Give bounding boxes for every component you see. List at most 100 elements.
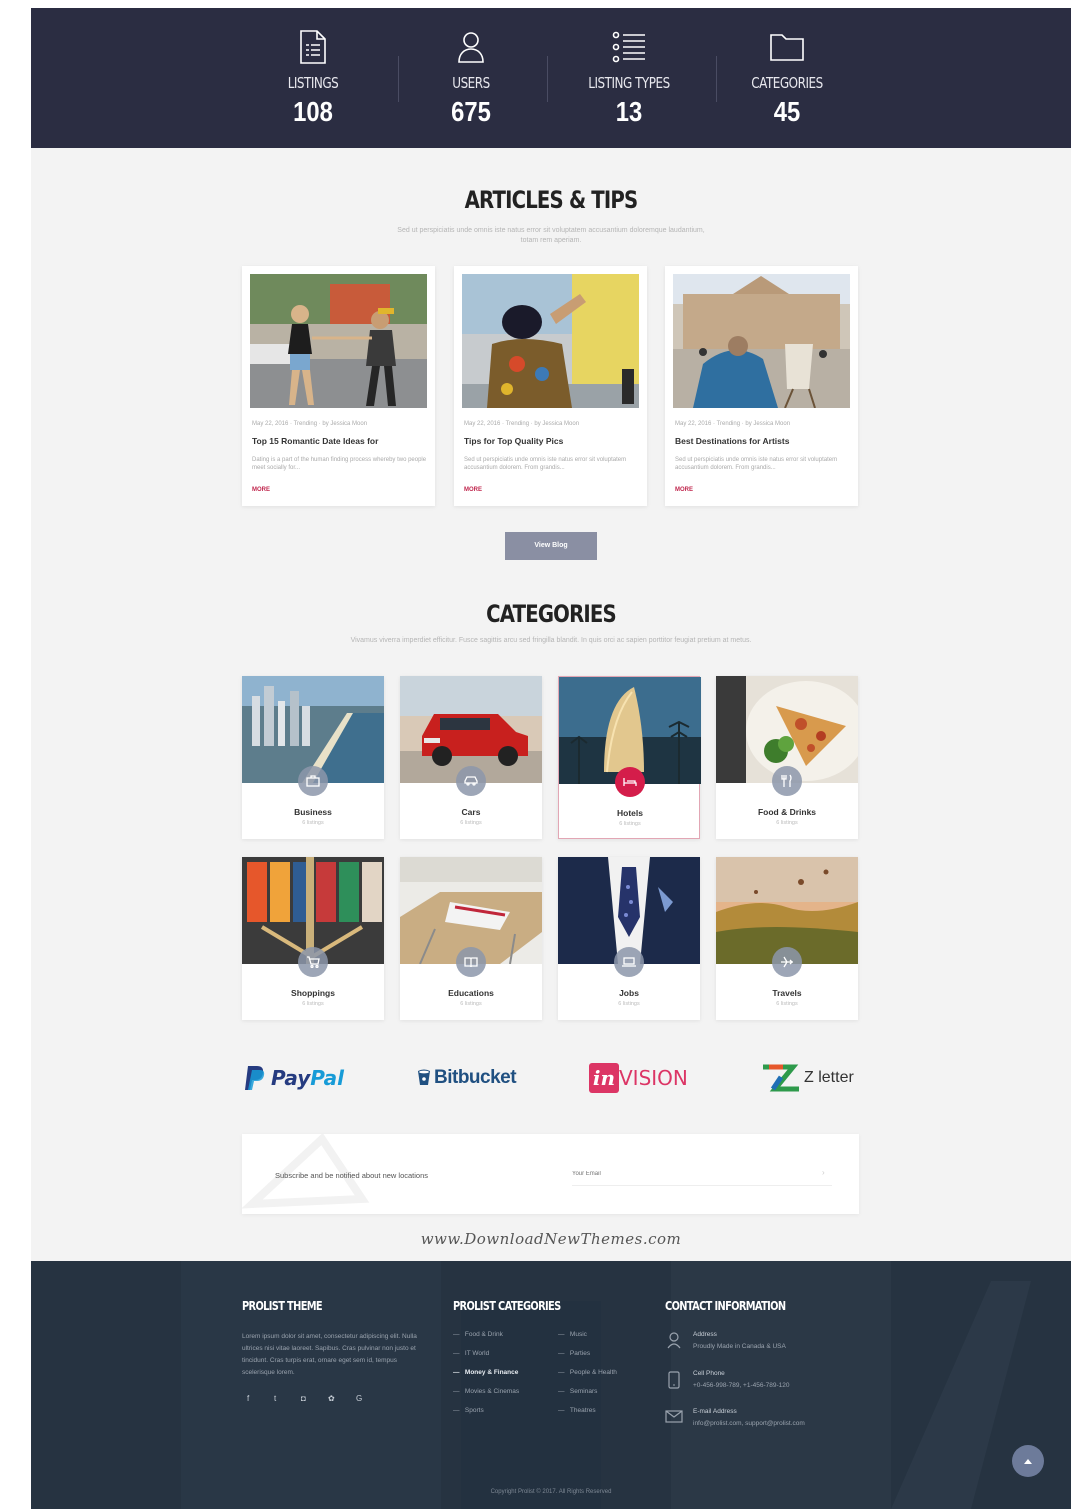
- category-name: Business: [294, 807, 332, 817]
- dribbble-icon[interactable]: ✿: [328, 1394, 335, 1403]
- stat-divider: [398, 56, 399, 102]
- footer-about: Lorem ipsum dolor sit amet, consectetur …: [242, 1333, 417, 1376]
- cutlery-icon: [772, 766, 802, 796]
- scroll-to-top-button[interactable]: [1012, 1445, 1044, 1477]
- category-name: Hotels: [617, 808, 643, 818]
- category-name: Shoppings: [291, 988, 335, 998]
- category-count: 6 listings: [460, 820, 482, 826]
- paypal-icon: [245, 1066, 265, 1090]
- category-card-food-drinks[interactable]: Food & Drinks 6 listings: [716, 676, 858, 839]
- footer-link[interactable]: — Seminars: [558, 1388, 597, 1395]
- footer-link[interactable]: — Theatres: [558, 1407, 596, 1414]
- footer-link-label: Seminars: [569, 1388, 598, 1395]
- contact-value: +0-456-998-789, +1-456-789-120: [693, 1382, 790, 1389]
- more-link[interactable]: MORE: [675, 487, 693, 493]
- invision-logo[interactable]: in VISION: [589, 1061, 688, 1095]
- blog-card[interactable]: May 22, 2016 · Trending · by Jessica Moo…: [242, 266, 435, 506]
- category-card-travels[interactable]: Travels 6 listings: [716, 857, 858, 1020]
- categories-subtitle: Vivamus viverra imperdiet efficitur. Fus…: [350, 637, 752, 644]
- google-icon[interactable]: G: [356, 1394, 362, 1403]
- category-name: Cars: [461, 807, 481, 817]
- blog-card-image[interactable]: [673, 274, 850, 408]
- user-icon: [401, 28, 541, 66]
- footer-col3-title: CONTACT INFORMATION: [665, 1299, 786, 1313]
- footer-link-label: People & Health: [569, 1369, 617, 1376]
- blog-card-title[interactable]: Tips for Top Quality Pics: [464, 436, 563, 446]
- bitbucket-logo[interactable]: Bitbucket: [417, 1061, 517, 1095]
- zletter-icon: [763, 1064, 799, 1092]
- stat-categories: CATEGORIES 45: [717, 28, 857, 128]
- articles-subtitle: Sed ut perspiciatis unde omnis iste natu…: [397, 227, 705, 244]
- stats-bar: LISTINGS 108 USERS 675 LISTING TYPES 13 …: [31, 8, 1071, 148]
- category-card-shoppings[interactable]: Shoppings 6 listings: [242, 857, 384, 1020]
- footer-link-label: Food & Drink: [464, 1331, 503, 1338]
- category-count: 6 listings: [776, 1001, 798, 1007]
- book-icon: [456, 947, 486, 977]
- category-card-cars[interactable]: Cars 6 listings: [400, 676, 542, 839]
- blog-card[interactable]: May 22, 2016 · Trending · by Jessica Moo…: [665, 266, 858, 506]
- blog-card[interactable]: May 22, 2016 · Trending · by Jessica Moo…: [454, 266, 647, 506]
- paypal-logo[interactable]: Pay Pal: [243, 1061, 344, 1095]
- footer-col1-title: PROLIST THEME: [242, 1299, 323, 1313]
- footer-link-label: Sports: [464, 1407, 484, 1414]
- footer-link-label: Money & Finance: [464, 1369, 519, 1376]
- category-name: Jobs: [619, 988, 639, 998]
- paypal-text-b: Pal: [310, 1066, 345, 1090]
- cart-icon: [298, 947, 328, 977]
- category-count: 6 listings: [619, 821, 641, 827]
- blog-card-meta: May 22, 2016 · Trending · by Jessica Moo…: [675, 421, 791, 427]
- stat-listings: LISTINGS 108: [243, 28, 383, 128]
- stat-value: 13: [615, 96, 643, 127]
- stat-label: USERS: [452, 74, 490, 92]
- email-input[interactable]: [572, 1162, 832, 1186]
- phone-icon: [668, 1371, 680, 1389]
- facebook-icon[interactable]: f: [247, 1394, 249, 1403]
- blog-card-title[interactable]: Best Destinations for Artists: [675, 436, 789, 446]
- contact-label: Cell Phone: [693, 1370, 725, 1377]
- blog-card-image[interactable]: [462, 274, 639, 408]
- blog-card-excerpt: Sed ut perspiciatis unde omnis iste natu…: [464, 457, 627, 471]
- blog-card-image[interactable]: [250, 274, 427, 408]
- paypal-text-a: Pay: [271, 1066, 311, 1090]
- stat-value: 45: [773, 96, 801, 127]
- footer-link[interactable]: — Music: [558, 1331, 587, 1338]
- category-name: Educations: [448, 988, 494, 998]
- zletter-logo[interactable]: Z letter: [761, 1061, 854, 1095]
- contact-label: Address: [693, 1331, 717, 1338]
- location-icon: [667, 1332, 681, 1349]
- category-card-business[interactable]: Business 6 listings: [242, 676, 384, 839]
- footer-link[interactable]: — People & Health: [558, 1369, 617, 1376]
- category-count: 6 listings: [460, 1001, 482, 1007]
- twitter-icon[interactable]: t: [274, 1394, 276, 1403]
- folder-icon: [717, 28, 857, 66]
- category-count: 6 listings: [618, 1001, 640, 1007]
- list-icon: [559, 28, 699, 66]
- stat-label: CATEGORIES: [751, 74, 823, 92]
- more-link[interactable]: MORE: [464, 487, 482, 493]
- category-card-jobs[interactable]: Jobs 6 listings: [558, 857, 700, 1020]
- footer-link[interactable]: — Sports: [453, 1407, 484, 1414]
- category-card-hotels[interactable]: Hotels 6 listings: [558, 676, 701, 839]
- footer-link[interactable]: — Food & Drink: [453, 1331, 503, 1338]
- submit-arrow-icon[interactable]: ›: [822, 1168, 825, 1177]
- footer-link[interactable]: — Movies & Cinemas: [453, 1388, 519, 1395]
- blog-card-excerpt: Sed ut perspiciatis unde omnis iste natu…: [675, 457, 838, 471]
- footer: PROLIST THEME Lorem ipsum dolor sit amet…: [31, 1261, 1071, 1509]
- footer-link-label: Movies & Cinemas: [464, 1388, 520, 1395]
- zletter-text: Z letter: [804, 1069, 854, 1086]
- footer-link-active[interactable]: — Money & Finance: [453, 1369, 518, 1376]
- bitbucket-text: Bitbucket: [434, 1067, 517, 1088]
- more-link[interactable]: MORE: [252, 487, 270, 493]
- category-card-educations[interactable]: Educations 6 listings: [400, 857, 542, 1020]
- subscribe-box: Subscribe and be notified about new loca…: [242, 1134, 859, 1214]
- blog-card-excerpt: Dating is a part of the human finding pr…: [252, 457, 427, 471]
- blog-card-title[interactable]: Top 15 Romantic Date Ideas for: [252, 436, 378, 446]
- footer-col2-title: PROLIST CATEGORIES: [453, 1299, 561, 1313]
- watermark: www.DownloadNewThemes.com: [420, 1230, 682, 1248]
- view-blog-button[interactable]: View Blog: [505, 532, 597, 560]
- footer-link[interactable]: — IT World: [453, 1350, 489, 1357]
- instagram-icon[interactable]: ◘: [301, 1394, 306, 1403]
- laptop-icon: [614, 947, 644, 977]
- chevron-up-icon: [1024, 1459, 1032, 1464]
- footer-link[interactable]: — Parties: [558, 1350, 590, 1357]
